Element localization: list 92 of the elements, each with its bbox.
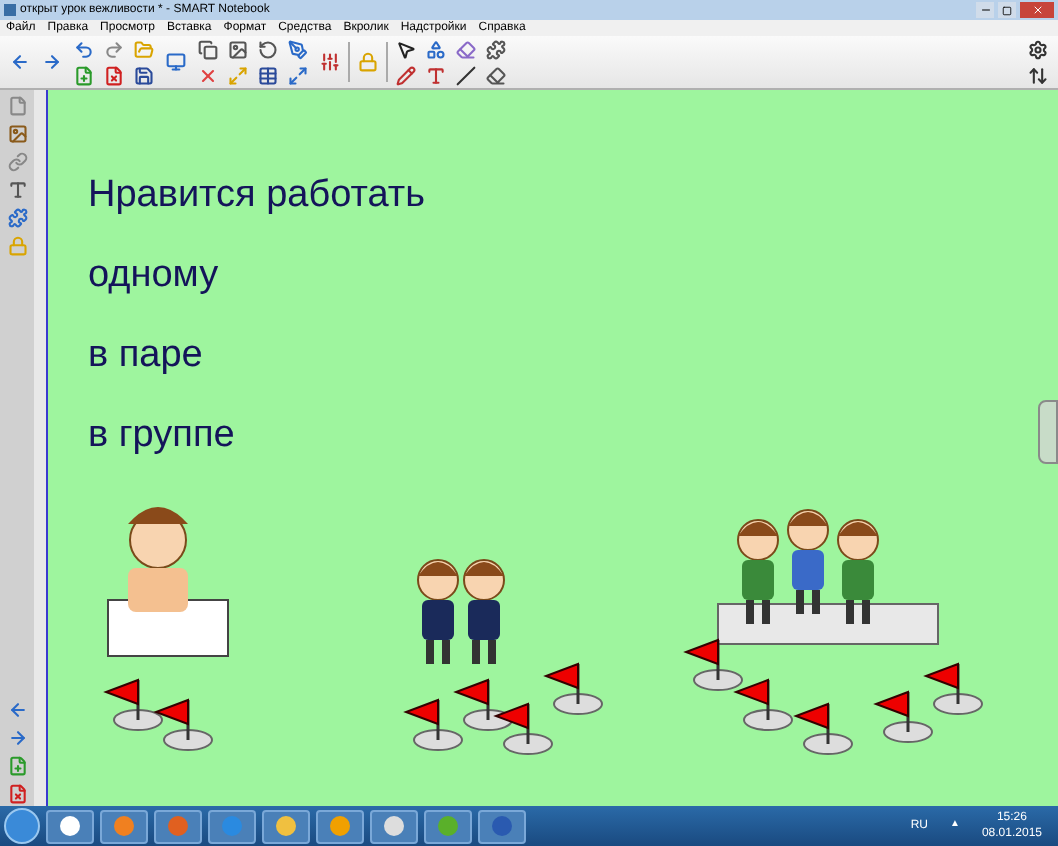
- settings-button[interactable]: [1024, 37, 1052, 61]
- pencil-icon: [396, 65, 416, 85]
- save-icon: [134, 65, 154, 85]
- file-plus-icon: [7, 756, 27, 776]
- child-drawing: [837, 519, 879, 624]
- copy-button[interactable]: [194, 37, 222, 61]
- properties-button[interactable]: [316, 50, 344, 74]
- minimize-button[interactable]: [976, 2, 994, 18]
- lock-icon: [358, 52, 378, 72]
- expand-icon: [228, 65, 248, 85]
- close-icon: [198, 65, 218, 85]
- monitor-button[interactable]: [162, 50, 190, 74]
- page-icon: [7, 96, 27, 116]
- text-button[interactable]: [422, 63, 450, 87]
- move-toolbar-button[interactable]: [1024, 63, 1052, 87]
- pen-icon: [288, 39, 308, 59]
- start-button[interactable]: [4, 808, 40, 844]
- flag-drawing: [543, 662, 603, 715]
- child-drawing: [787, 509, 829, 614]
- file-delete-icon: [104, 65, 124, 85]
- add-page-button[interactable]: [70, 63, 98, 87]
- image-icon: [228, 39, 248, 59]
- arrow-right-icon: [7, 728, 27, 748]
- flag-drawing: [403, 698, 463, 751]
- up-down-arrows-icon: [1028, 65, 1048, 85]
- eraser-icon: [486, 65, 506, 85]
- image-button[interactable]: [224, 37, 252, 61]
- table-button[interactable]: [254, 63, 282, 87]
- flag-drawing: [453, 678, 513, 731]
- fullscreen-button[interactable]: [284, 63, 312, 87]
- flag-drawing: [873, 690, 933, 743]
- canvas-text: в паре: [88, 332, 205, 380]
- redo-button[interactable]: [100, 37, 128, 61]
- copy-icon: [198, 39, 218, 59]
- maximize-icon: [1002, 5, 1012, 15]
- flag-drawing: [793, 702, 853, 755]
- child-drawing: [463, 559, 505, 664]
- close-button[interactable]: [1020, 2, 1054, 18]
- flag-drawing: [153, 698, 213, 751]
- shapes-button[interactable]: [422, 37, 450, 61]
- arrow-left-icon: [7, 700, 27, 720]
- reset-button[interactable]: [254, 37, 282, 61]
- redo-icon: [104, 39, 124, 59]
- puzzle-icon: [7, 208, 27, 228]
- sliders-icon: [320, 52, 340, 72]
- flag-drawing: [733, 678, 793, 731]
- table-icon: [258, 65, 278, 85]
- flag-drawing: [103, 678, 163, 731]
- pen-tool-button[interactable]: [284, 37, 312, 61]
- pointer-icon: [396, 39, 416, 59]
- shapes-icon: [426, 39, 446, 59]
- image-icon: [7, 124, 27, 144]
- file-plus-icon: [74, 65, 94, 85]
- add-ons-tab[interactable]: [3, 206, 31, 230]
- flag-drawing: [923, 662, 983, 715]
- canvas-text: в группе: [88, 412, 237, 460]
- canvas-text: Нравится работать: [88, 172, 426, 220]
- text-icon: [7, 180, 27, 200]
- arrow-right-icon: [42, 52, 62, 72]
- line-button[interactable]: [452, 63, 480, 87]
- file-delete-icon: [7, 784, 27, 804]
- link-icon: [7, 152, 27, 172]
- app-icon: [4, 4, 16, 16]
- select-button[interactable]: [392, 37, 420, 61]
- undo-icon: [74, 39, 94, 59]
- text-icon: [426, 65, 446, 85]
- gallery-tab[interactable]: [3, 122, 31, 146]
- rotate-icon: [258, 39, 278, 59]
- scrollbar[interactable]: [34, 90, 48, 806]
- close-icon: [1031, 4, 1043, 16]
- eraser-icon: [456, 39, 476, 59]
- folder-icon: [134, 39, 154, 59]
- panel-handle[interactable]: [1038, 400, 1058, 464]
- pen-button[interactable]: [392, 63, 420, 87]
- minimize-icon: [979, 4, 991, 16]
- delete-page-button[interactable]: [100, 63, 128, 87]
- save-button[interactable]: [130, 63, 158, 87]
- monitor-icon: [166, 52, 186, 72]
- arrow-left-icon: [10, 52, 30, 72]
- undo-button[interactable]: [70, 37, 98, 61]
- settings-icon: [1028, 39, 1048, 59]
- eraser-tool-button[interactable]: [482, 63, 510, 87]
- canvas-text: одному: [88, 252, 221, 300]
- lock-icon: [7, 236, 27, 256]
- puzzle-icon: [486, 39, 506, 59]
- line-icon: [456, 65, 476, 85]
- child-drawing: [417, 559, 459, 664]
- flag-drawing: [493, 702, 553, 755]
- maximize-button[interactable]: [998, 2, 1016, 18]
- expand-icon: [288, 65, 308, 85]
- child-drawing: [737, 519, 779, 624]
- eraser-button[interactable]: [452, 37, 480, 61]
